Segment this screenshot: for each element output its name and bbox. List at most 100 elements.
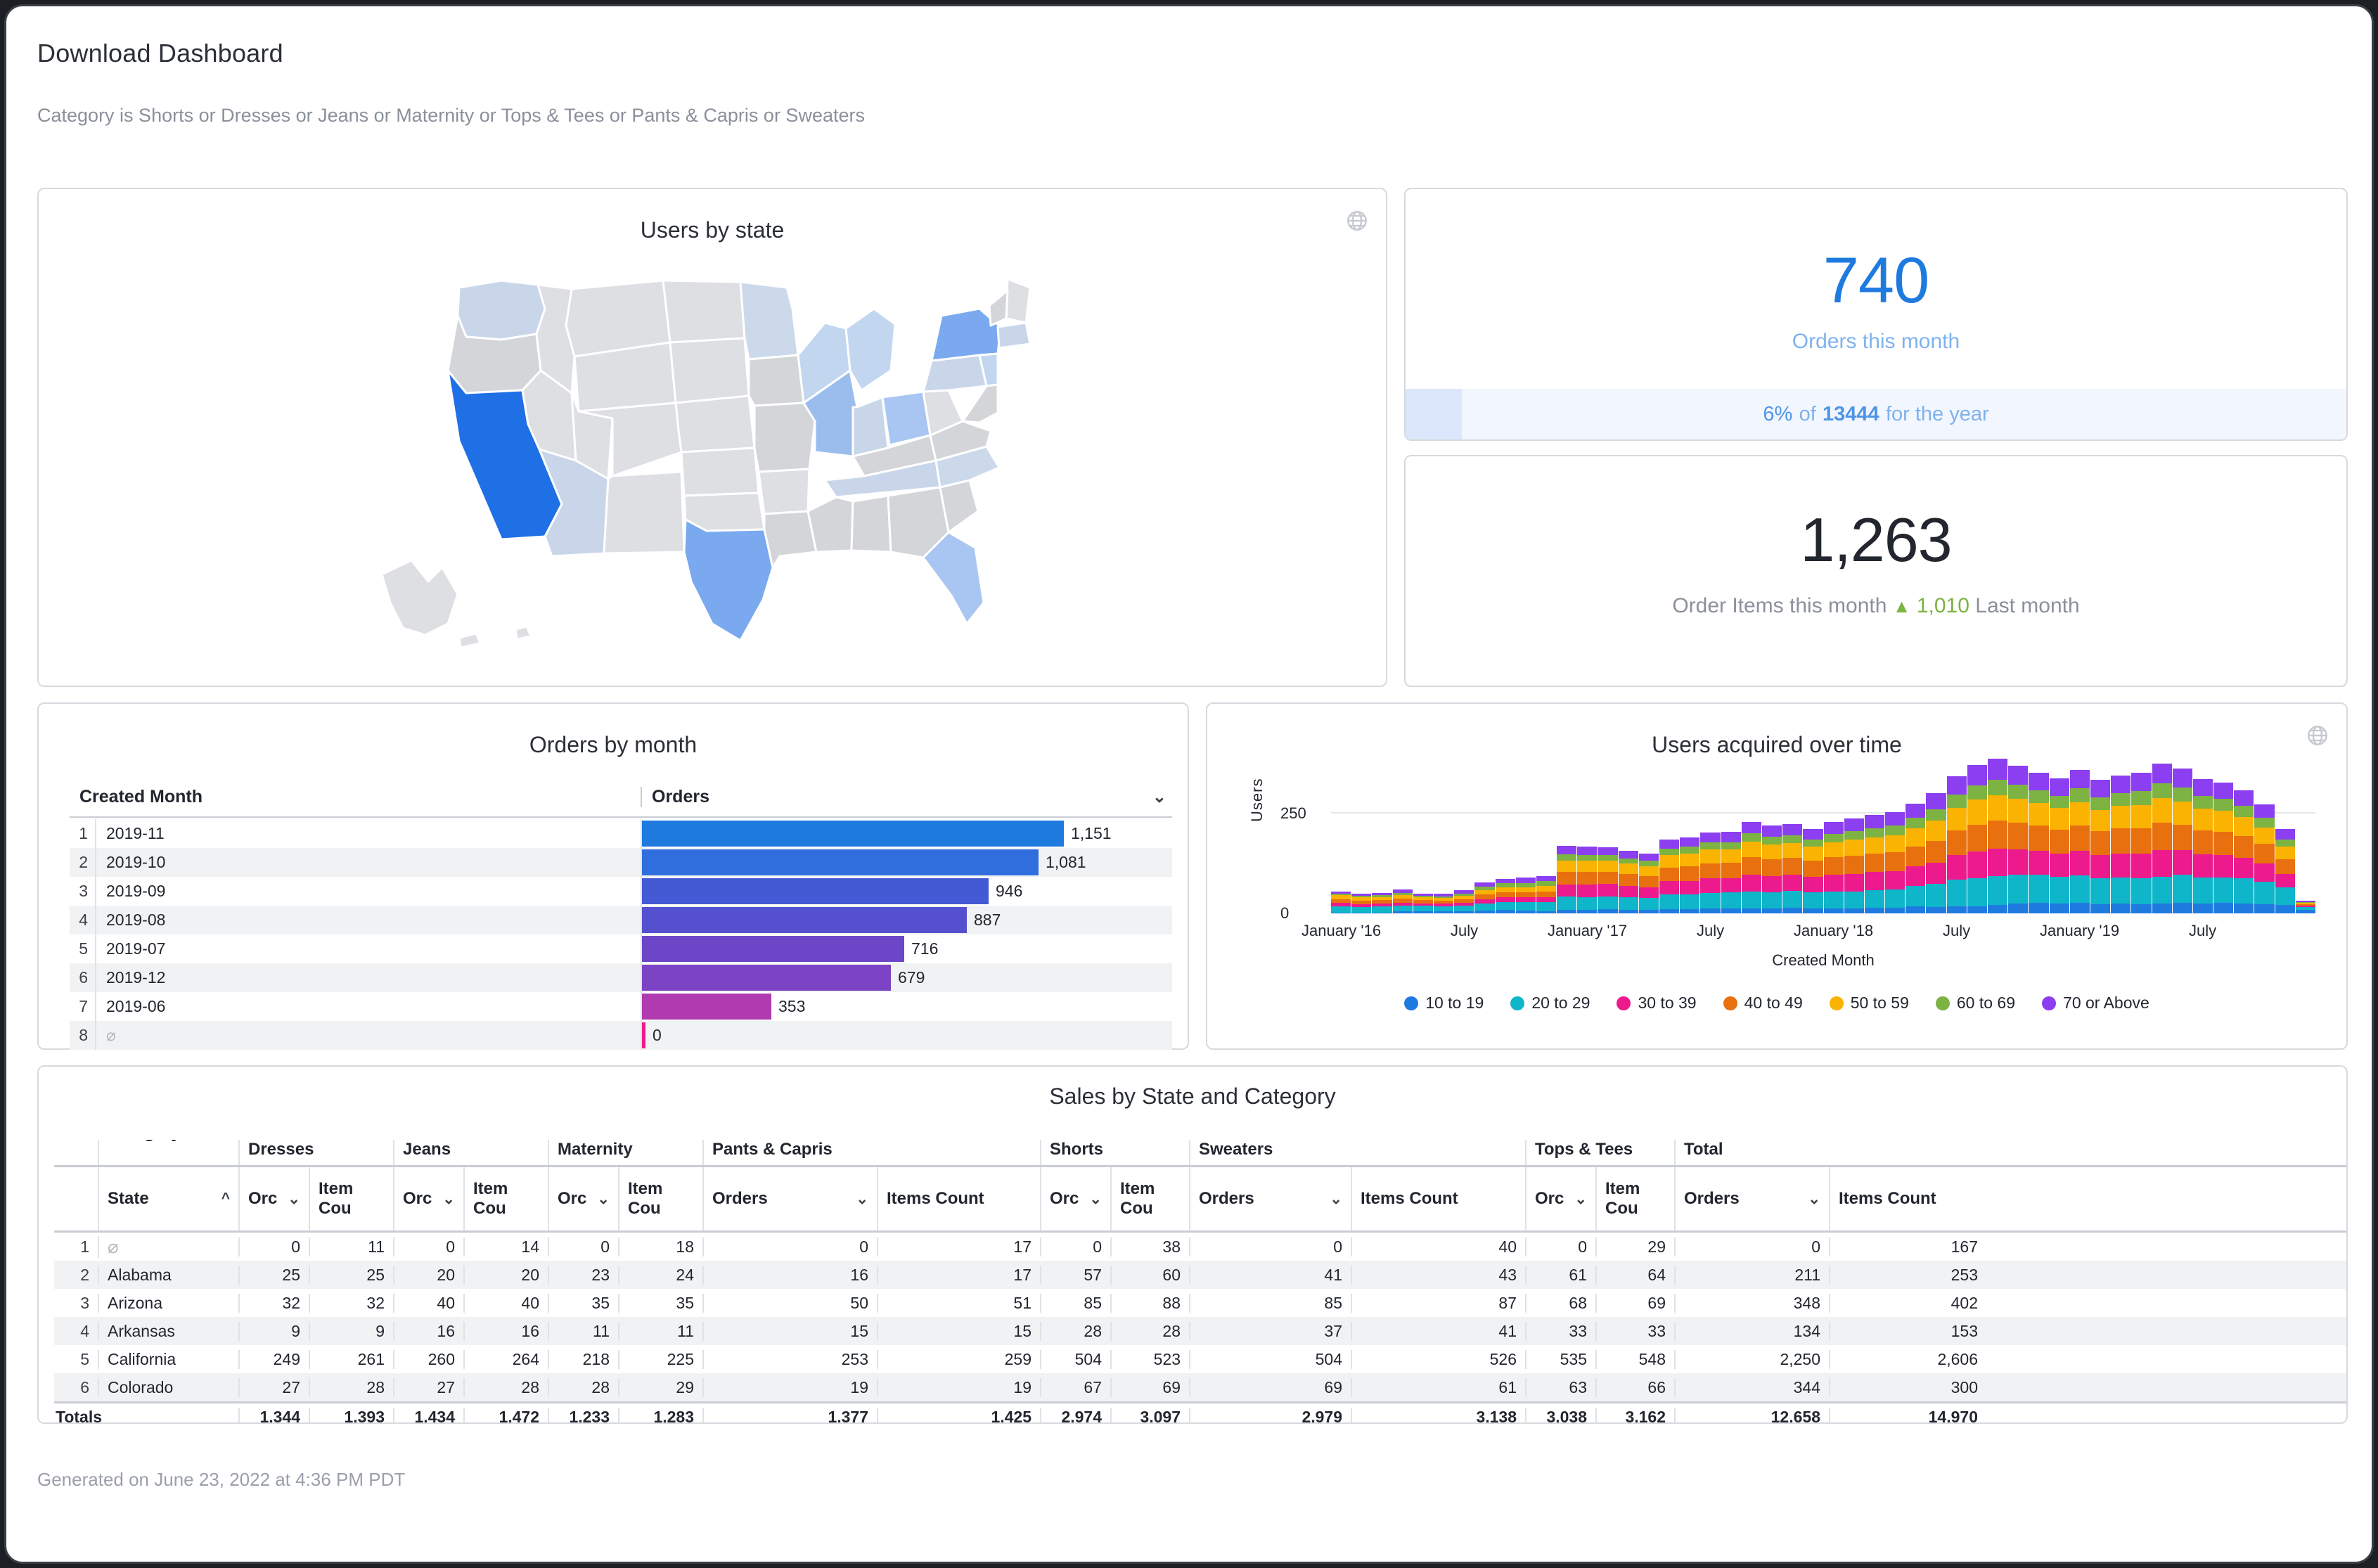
bar-segment-30-to-39[interactable] — [2172, 850, 2192, 875]
bar-segment-20-to-29[interactable] — [2152, 876, 2172, 904]
stacked-bar[interactable] — [1331, 891, 1351, 913]
bar-segment-70-or-above[interactable] — [2192, 778, 2213, 797]
table-row[interactable]: 3 Arizona 32 32 40 40 35 35 50 51 85 88 85 87 68 69 348 4… — [54, 1289, 2346, 1317]
bar-segment-10-to-19[interactable] — [1885, 908, 1905, 913]
group-header-jeans[interactable]: Jeans — [393, 1140, 548, 1165]
bar-segment-50-to-59[interactable] — [1946, 807, 1967, 830]
bar-segment-10-to-19[interactable] — [1823, 908, 1844, 913]
bar-segment-40-to-49[interactable] — [2254, 844, 2275, 863]
bar-segment-40-to-49[interactable] — [1905, 846, 1926, 867]
bar-segment-40-to-49[interactable] — [2029, 825, 2049, 851]
bar-segment-40-to-49[interactable] — [2192, 830, 2213, 854]
chevron-down-icon[interactable]: ⌄ — [1330, 1190, 1342, 1208]
bar-segment-40-to-49[interactable] — [1557, 871, 1577, 885]
bar-segment-60-to-69[interactable] — [1721, 842, 1741, 849]
state-md[interactable] — [961, 383, 999, 424]
bar-segment-40-to-49[interactable] — [1967, 824, 1987, 852]
bar-segment-10-to-19[interactable] — [1926, 906, 1946, 913]
bar-segment-40-to-49[interactable] — [2090, 831, 2111, 856]
bar-segment-20-to-29[interactable] — [1905, 885, 1926, 907]
stacked-bar-plot[interactable] — [1331, 759, 2315, 913]
bar-segment-60-to-69[interactable] — [2234, 805, 2254, 817]
legend-item[interactable]: 10 to 19 — [1404, 994, 1484, 1013]
stacked-bar[interactable] — [1392, 889, 1413, 913]
bar-segment-50-to-59[interactable] — [2254, 827, 2275, 844]
bar-segment-50-to-59[interactable] — [1844, 840, 1864, 856]
bar-segment-10-to-19[interactable] — [1433, 911, 1454, 913]
bar-segment-10-to-19[interactable] — [1721, 908, 1741, 913]
bar-segment-50-to-59[interactable] — [1761, 844, 1782, 860]
bar-segment-10-to-19[interactable] — [2254, 904, 2275, 913]
bar-segment-60-to-69[interactable] — [2213, 799, 2234, 811]
bar[interactable] — [642, 878, 989, 904]
bar-segment-30-to-39[interactable] — [2192, 854, 2213, 878]
bar-segment-70-or-above[interactable] — [2275, 829, 2295, 840]
bar-segment-30-to-39[interactable] — [2213, 854, 2234, 878]
bar-segment-10-to-19[interactable] — [1782, 908, 1803, 913]
bar-segment-40-to-49[interactable] — [1823, 857, 1844, 875]
state-nd[interactable] — [662, 279, 746, 344]
bar-segment-20-to-29[interactable] — [2049, 877, 2069, 904]
bar-segment-30-to-39[interactable] — [2029, 850, 2049, 875]
bar-segment-20-to-29[interactable] — [1823, 892, 1844, 908]
bar[interactable] — [642, 994, 771, 1020]
state-hi[interactable] — [514, 625, 532, 641]
bar-segment-10-to-19[interactable] — [1844, 908, 1864, 913]
chevron-up-icon[interactable]: ^ — [221, 1190, 230, 1207]
stacked-bar[interactable] — [1680, 837, 1700, 913]
stacked-bar[interactable] — [2008, 765, 2029, 913]
bar-segment-50-to-59[interactable] — [1803, 847, 1823, 861]
bar-segment-30-to-39[interactable] — [1905, 866, 1926, 886]
stacked-bar[interactable] — [2069, 769, 2090, 913]
bar-segment-40-to-49[interactable] — [1782, 858, 1803, 875]
bar-segment-10-to-19[interactable] — [2295, 910, 2315, 913]
bar-segment-70-or-above[interactable] — [1700, 832, 1721, 843]
bar-segment-20-to-29[interactable] — [2234, 878, 2254, 904]
bar-segment-40-to-49[interactable] — [1761, 859, 1782, 877]
bar-segment-30-to-39[interactable] — [1515, 897, 1536, 903]
bar-segment-60-to-69[interactable] — [1803, 839, 1823, 847]
bar-segment-50-to-59[interactable] — [2008, 799, 2029, 823]
bar-segment-40-to-49[interactable] — [1721, 863, 1741, 878]
bar-segment-10-to-19[interactable] — [2008, 904, 2029, 913]
bar-segment-40-to-49[interactable] — [2234, 836, 2254, 858]
bar-segment-20-to-29[interactable] — [1741, 891, 1761, 908]
bar-segment-20-to-29[interactable] — [2069, 875, 2090, 904]
column-header-dresses-orders[interactable]: Orс ⌄ — [238, 1167, 309, 1230]
orders-by-month-row[interactable]: 7 2019-06 353 — [70, 992, 1172, 1021]
tile-order-items-this-month[interactable]: 1,263 Order Items this month ▲ 1,010 Las… — [1404, 455, 2348, 687]
bar-segment-10-to-19[interactable] — [1638, 909, 1659, 913]
bar-segment-20-to-29[interactable] — [1761, 892, 1782, 909]
bar-segment-70-or-above[interactable] — [2069, 769, 2090, 789]
bar-segment-40-to-49[interactable] — [1885, 852, 1905, 872]
bar-segment-60-to-69[interactable] — [2131, 791, 2152, 805]
bar-segment-50-to-59[interactable] — [2029, 803, 2049, 826]
bar-segment-20-to-29[interactable] — [2008, 875, 2029, 904]
bar-segment-30-to-39[interactable] — [1864, 872, 1885, 890]
bar-segment-40-to-49[interactable] — [1659, 867, 1680, 882]
bar-segment-60-to-69[interactable] — [1618, 859, 1638, 864]
bar-segment-40-to-49[interactable] — [2111, 828, 2131, 854]
bar-segment-30-to-39[interactable] — [1700, 878, 1721, 893]
tile-sales-by-state-and-category[interactable]: Sales by State and Category CategoryDres… — [37, 1065, 2348, 1424]
bar-segment-60-to-69[interactable] — [1905, 818, 1926, 829]
bar-segment-20-to-29[interactable] — [2029, 874, 2049, 903]
stacked-bar[interactable] — [1618, 851, 1638, 913]
bar-segment-20-to-29[interactable] — [1413, 906, 1433, 911]
orders-by-month-row[interactable]: 1 2019-11 1,151 — [70, 819, 1172, 848]
bar-segment-30-to-39[interactable] — [1721, 878, 1741, 893]
state-ne[interactable] — [674, 394, 756, 454]
bar-segment-10-to-19[interactable] — [2192, 904, 2213, 913]
column-header-pants-capris-orders[interactable]: Orders ⌄ — [702, 1167, 877, 1230]
bar-segment-10-to-19[interactable] — [1761, 908, 1782, 913]
bar-segment-10-to-19[interactable] — [2234, 903, 2254, 913]
bar-segment-20-to-29[interactable] — [2254, 882, 2275, 904]
legend-item[interactable]: 30 to 39 — [1617, 994, 1697, 1013]
column-header-shorts-items-count[interactable]: Item Cou — [1110, 1167, 1189, 1230]
state-ak-islands[interactable] — [458, 632, 482, 649]
column-header-total-items-count[interactable]: Items Count — [1829, 1167, 1986, 1230]
group-header-tops-tees[interactable]: Tops & Tees — [1525, 1140, 1674, 1165]
bar-segment-70-or-above[interactable] — [1536, 875, 1557, 882]
bar-segment-10-to-19[interactable] — [1988, 905, 2008, 913]
stacked-bar[interactable] — [2049, 778, 2069, 913]
